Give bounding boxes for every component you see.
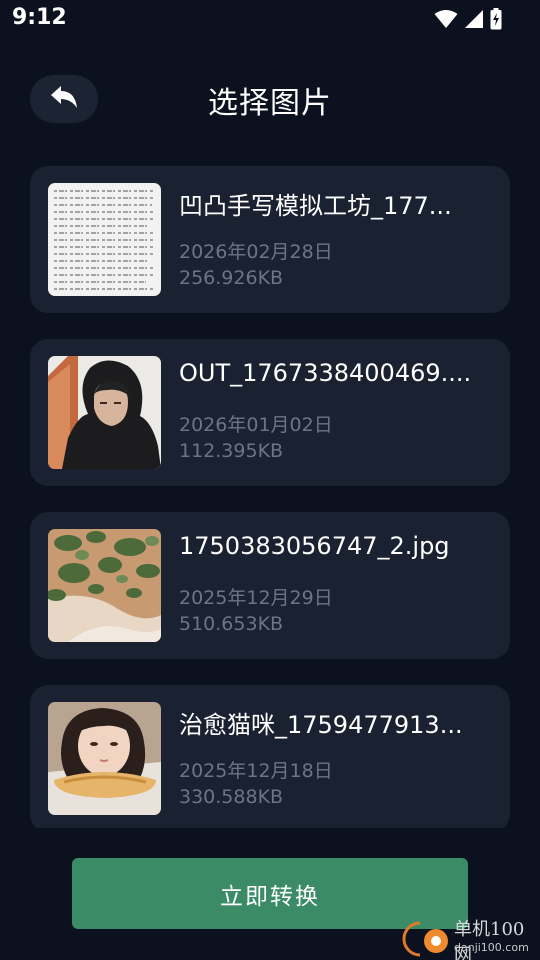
watermark-logo-icon: [402, 921, 448, 957]
file-size: 510.653KB: [179, 613, 284, 635]
file-name: 治愈猫咪_1759477913...: [179, 711, 463, 739]
handwritten-document-thumbnail: [48, 183, 161, 296]
battery-charging-icon: [490, 8, 502, 34]
file-size: 112.395KB: [179, 440, 284, 462]
screen: 9:12 选择图片 凹凸手写模拟工坊_177... 2026年02月28日 25…: [0, 0, 540, 960]
image-list[interactable]: 凹凸手写模拟工坊_177... 2026年02月28日 256.926KB OU…: [30, 166, 510, 828]
file-date: 2025年12月18日: [179, 760, 333, 782]
wifi-icon: [434, 9, 458, 33]
watermark-url: danji100.com: [454, 941, 529, 954]
file-date: 2026年02月28日: [179, 241, 333, 263]
image-list-item[interactable]: OUT_1767338400469.... 2026年01月02日 112.39…: [30, 339, 510, 486]
girl-pillow-thumbnail: [48, 702, 161, 815]
image-list-item[interactable]: 凹凸手写模拟工坊_177... 2026年02月28日 256.926KB: [30, 166, 510, 313]
page-title: 选择图片: [208, 86, 332, 121]
file-name: 1750383056747_2.jpg: [179, 532, 450, 560]
file-name: OUT_1767338400469....: [179, 359, 472, 387]
status-icons: [434, 8, 502, 34]
signal-icon: [464, 9, 484, 33]
file-size: 330.588KB: [179, 786, 284, 808]
file-name: 凹凸手写模拟工坊_177...: [179, 192, 452, 220]
file-date: 2026年01月02日: [179, 414, 333, 436]
status-time: 9:12: [12, 5, 67, 30]
file-date: 2025年12月29日: [179, 587, 333, 609]
status-bar: 9:12: [0, 0, 540, 38]
watermark-logo: 单机100网 danji100.com: [390, 915, 540, 960]
person-hoodie-thumbnail: [48, 356, 161, 469]
image-list-item[interactable]: 1750383056747_2.jpg 2025年12月29日 510.653K…: [30, 512, 510, 659]
aerial-landscape-thumbnail: [48, 529, 161, 642]
image-list-item[interactable]: 治愈猫咪_1759477913... 2025年12月18日 330.588KB: [30, 685, 510, 828]
file-size: 256.926KB: [179, 267, 284, 289]
